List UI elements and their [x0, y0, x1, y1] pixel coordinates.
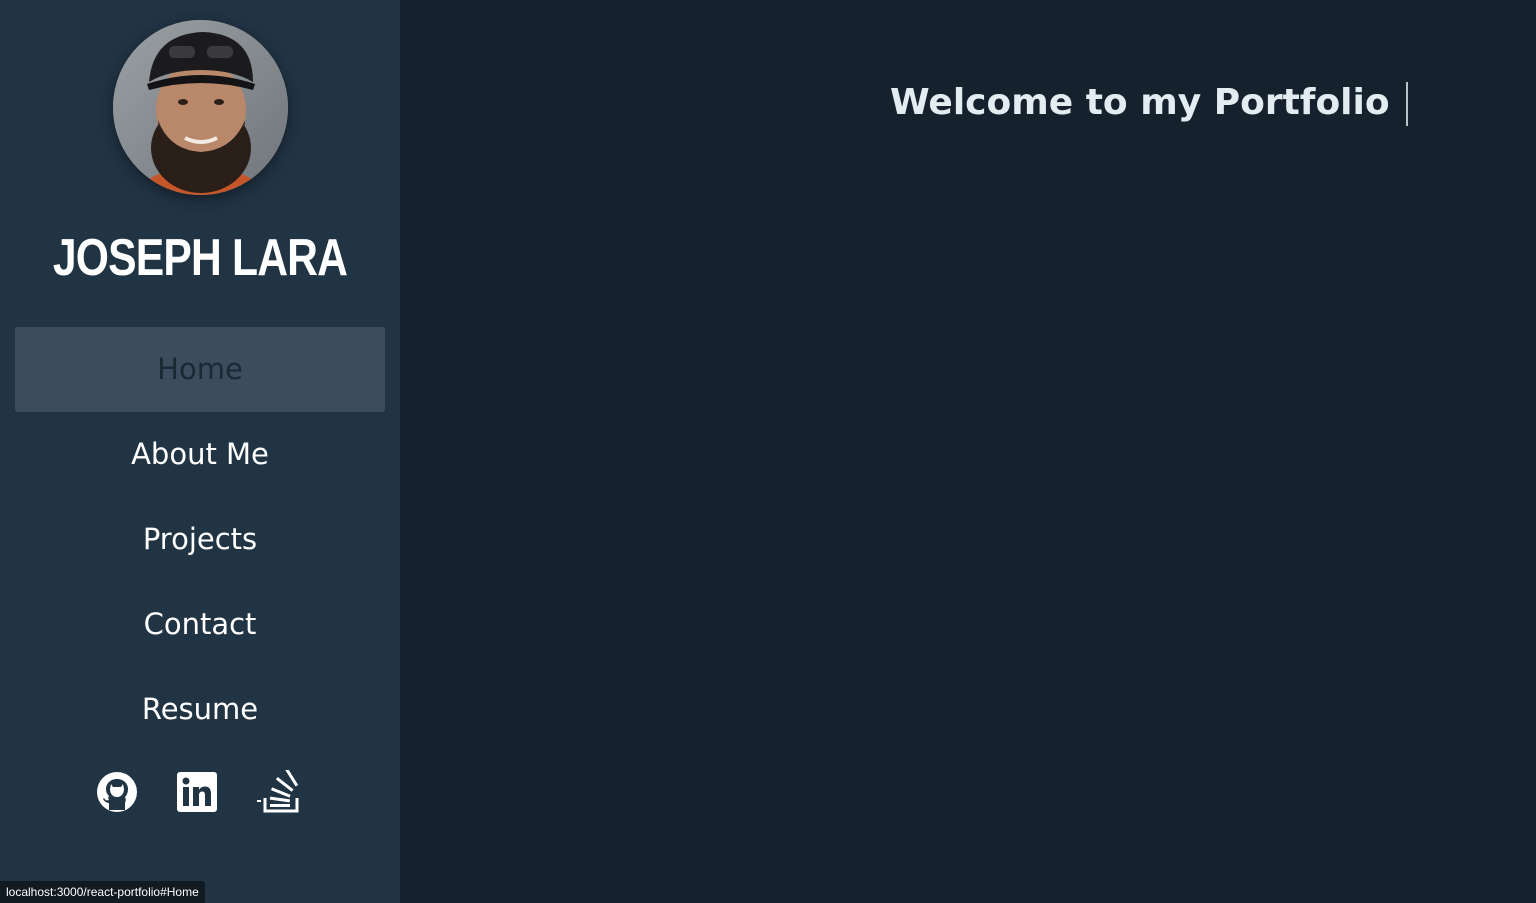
- github-icon: [97, 772, 137, 812]
- typing-cursor: [1405, 82, 1408, 126]
- avatar: [113, 20, 288, 195]
- github-link[interactable]: [95, 770, 139, 814]
- sidebar: Joseph Lara Home About Me Projects Conta…: [0, 0, 400, 903]
- linkedin-link[interactable]: [175, 770, 219, 814]
- nav-item-contact[interactable]: Contact: [15, 582, 385, 667]
- welcome-heading: Welcome to my Portfolio: [890, 80, 1408, 126]
- nav-item-about-me[interactable]: About Me: [15, 412, 385, 497]
- stackoverflow-link[interactable]: [255, 770, 299, 814]
- profile-name: Joseph Lara: [52, 229, 348, 287]
- avatar-image: [113, 20, 288, 195]
- status-bar-url: localhost:3000/react-portfolio#Home: [0, 881, 205, 903]
- social-links: [0, 770, 400, 814]
- stackoverflow-icon: [257, 770, 299, 813]
- sidebar-nav: Home About Me Projects Contact Resume: [15, 327, 385, 752]
- main-content: Welcome to my Portfolio: [400, 0, 1536, 903]
- linkedin-icon: [177, 772, 217, 812]
- nav-item-resume[interactable]: Resume: [15, 667, 385, 752]
- page: Joseph Lara Home About Me Projects Conta…: [0, 0, 1536, 903]
- welcome-text: Welcome to my Portfolio: [890, 82, 1390, 123]
- nav-item-projects[interactable]: Projects: [15, 497, 385, 582]
- nav-item-home[interactable]: Home: [15, 327, 385, 412]
